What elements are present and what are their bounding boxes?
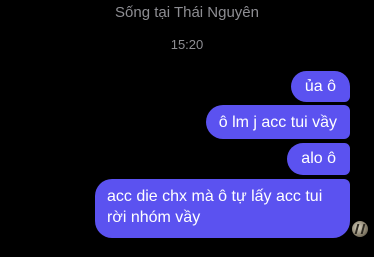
seen-avatar	[352, 221, 368, 237]
message-bubble[interactable]: alo ô	[287, 143, 350, 175]
message-bubble[interactable]: acc die chx mà ô tự lấy acc tui rời nhóm…	[95, 179, 350, 238]
message-timestamp: 15:20	[170, 37, 204, 52]
message-bubble[interactable]: ô lm j acc tui vầy	[205, 105, 350, 139]
profile-location: Sống tại Thái Nguyên	[115, 4, 259, 21]
message-bubble[interactable]: ủa ô	[290, 71, 350, 102]
